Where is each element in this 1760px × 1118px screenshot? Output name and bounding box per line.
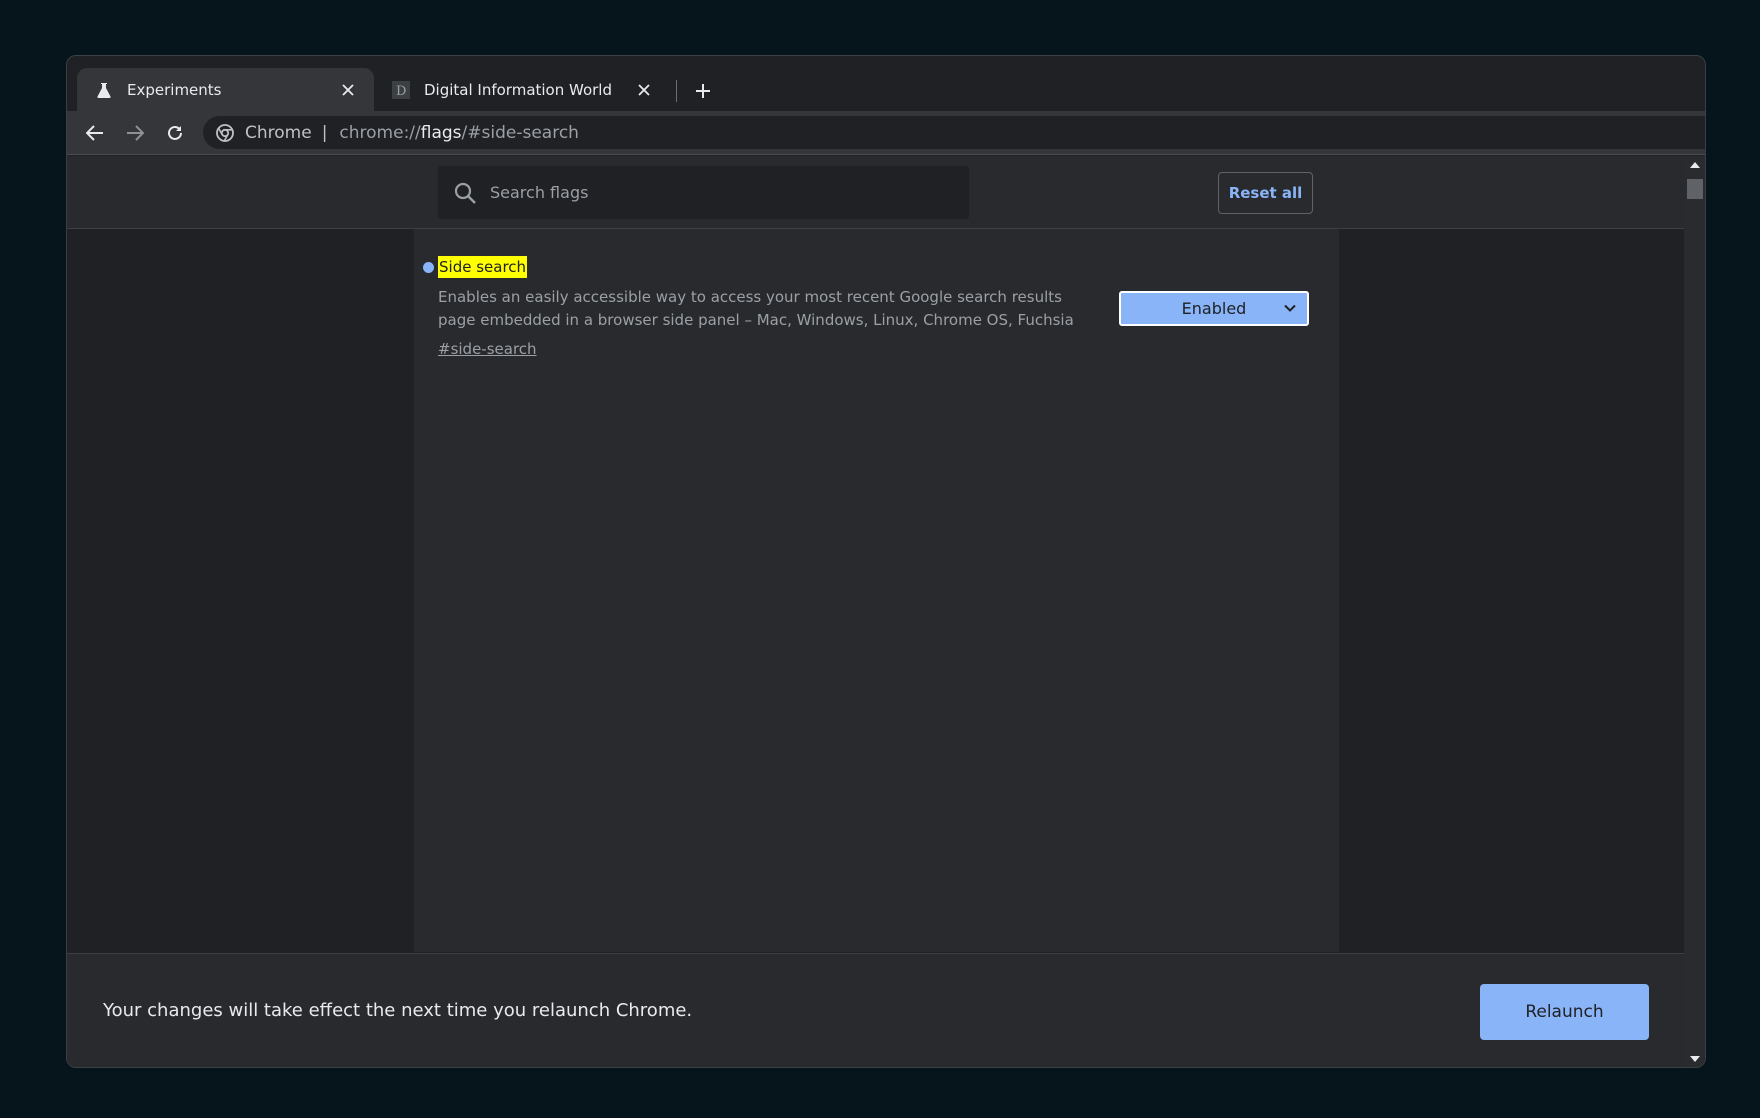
url-path: /#side-search [461, 122, 579, 143]
chrome-chip-label: Chrome [245, 122, 312, 143]
chip-divider: | [321, 122, 328, 143]
search-input[interactable] [490, 183, 969, 202]
toolbar: Chrome | chrome://flags/#side-search [67, 111, 1705, 155]
chevron-down-icon [1284, 304, 1296, 312]
flag-state-value: Enabled [1181, 299, 1247, 318]
reload-button[interactable] [161, 119, 189, 147]
modified-indicator [423, 262, 434, 273]
svg-text:D: D [396, 84, 406, 99]
flags-header: Reset all [67, 156, 1684, 229]
tab-experiments[interactable]: Experiments [77, 68, 374, 111]
page-scrollbar[interactable] [1684, 156, 1705, 1067]
flags-page: Reset all Side search Enables an easily … [67, 156, 1684, 1067]
flag-description: Enables an easily accessible way to acce… [438, 288, 1074, 329]
url-host: flags [420, 122, 462, 143]
flag-title: Side search [438, 256, 528, 278]
scroll-down-arrow-icon[interactable] [1689, 1054, 1701, 1064]
flags-list: Side search Enables an easily accessible… [414, 229, 1339, 952]
search-icon [452, 180, 478, 206]
scroll-up-arrow-icon[interactable] [1689, 160, 1701, 170]
reset-all-button[interactable]: Reset all [1218, 172, 1313, 214]
new-tab-button[interactable] [688, 77, 718, 105]
url-scheme: chrome:// [339, 122, 421, 143]
flag-state-select[interactable]: Enabled [1119, 291, 1309, 326]
scroll-thumb[interactable] [1687, 179, 1703, 199]
flag-permalink[interactable]: #side-search [438, 340, 537, 358]
tab-title: Experiments [127, 80, 222, 99]
flask-icon [95, 81, 113, 99]
relaunch-message: Your changes will take effect the next t… [103, 1000, 693, 1021]
tab-strip: Experiments D Digital Information World [67, 56, 1705, 111]
tab-digital-information-world[interactable]: D Digital Information World [374, 68, 670, 111]
browser-window: Experiments D Digital Information World [66, 55, 1706, 1068]
close-icon[interactable] [338, 80, 358, 100]
site-favicon-icon: D [392, 80, 410, 99]
reload-icon [168, 125, 182, 140]
tab-separator [676, 80, 677, 102]
relaunch-button[interactable]: Relaunch [1480, 984, 1649, 1040]
plus-icon [696, 84, 710, 98]
chrome-icon [216, 123, 234, 142]
address-bar[interactable]: Chrome | chrome://flags/#side-search [203, 116, 1705, 149]
arrow-left-icon [86, 125, 103, 141]
search-flags-box[interactable] [438, 166, 969, 219]
tab-title: Digital Information World [424, 80, 612, 99]
close-icon[interactable] [634, 80, 654, 100]
arrow-right-icon [127, 125, 144, 141]
back-button[interactable] [81, 119, 109, 147]
forward-button[interactable] [121, 119, 149, 147]
relaunch-bar: Your changes will take effect the next t… [67, 953, 1684, 1067]
